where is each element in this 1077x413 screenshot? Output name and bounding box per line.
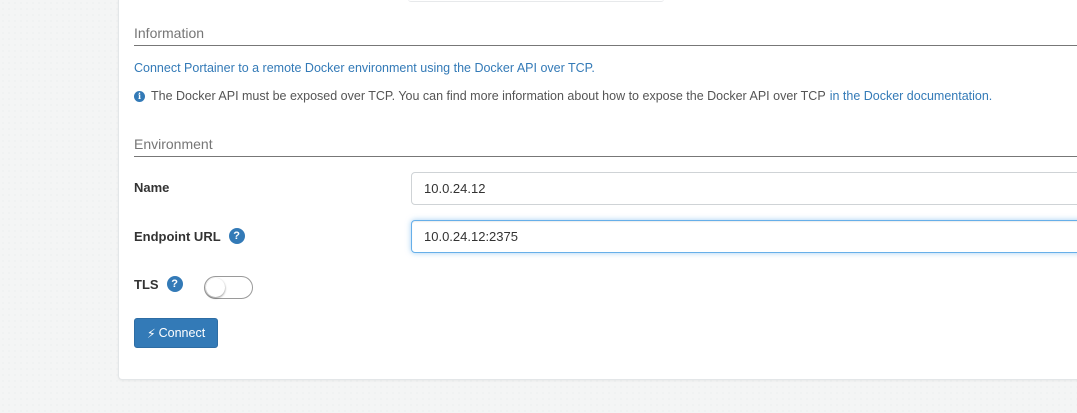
tls-label-text: TLS <box>134 276 159 292</box>
endpoint-url-help-icon[interactable]: ? <box>228 228 245 244</box>
name-label: Name <box>134 180 169 195</box>
name-label-text: Name <box>134 180 170 195</box>
tls-toggle[interactable] <box>204 276 253 299</box>
info-circle-icon: i <box>134 90 145 102</box>
tls-help-icon[interactable]: ? <box>166 276 183 292</box>
information-note-text: The Docker API must be exposed over TCP.… <box>151 89 826 103</box>
tls-toggle-knob <box>206 278 225 297</box>
environment-type-selector-edge <box>408 0 664 2</box>
information-description: Connect Portainer to a remote Docker env… <box>134 61 595 75</box>
connect-button[interactable]: ⚡ Connect <box>134 318 218 348</box>
endpoint-url-label-text: Endpoint URL <box>134 228 221 244</box>
bolt-icon: ⚡ <box>146 326 156 341</box>
name-input[interactable] <box>411 172 1077 205</box>
endpoint-url-input[interactable] <box>411 220 1077 253</box>
tls-label: TLS ? <box>134 276 183 292</box>
information-note: i The Docker API must be exposed over TC… <box>134 89 992 103</box>
connect-button-label: Connect <box>158 326 206 340</box>
information-section-title: Information <box>134 25 1077 46</box>
endpoint-url-label: Endpoint URL ? <box>134 228 245 244</box>
docker-documentation-link[interactable]: in the Docker documentation. <box>830 89 993 103</box>
environment-section-title: Environment <box>134 136 1077 157</box>
